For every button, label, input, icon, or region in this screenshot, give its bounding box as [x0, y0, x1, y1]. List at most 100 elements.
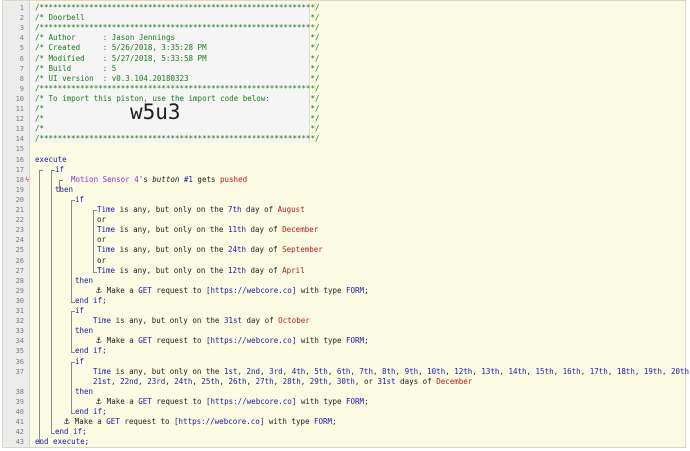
action-text: with type [296, 336, 347, 346]
trigger-device: Motion Sensor 4 [71, 174, 139, 184]
outer-if-bracket [51, 169, 55, 435]
request-url[interactable]: [https://webcore.co] [206, 397, 296, 406]
comma: , [300, 376, 310, 386]
if-keyword: if [75, 306, 85, 315]
comment-line: /***************************************… [35, 23, 320, 33]
code-line: 18 Motion Sensor 4's button #1 gets pushe… [3, 175, 685, 185]
day-value: 16th [562, 366, 581, 376]
day-value: 20th [671, 366, 690, 376]
content-type: FORM [346, 396, 365, 406]
code-line: 35 end if; [3, 346, 685, 356]
action-text: Make a [102, 285, 139, 295]
request-url[interactable]: [https://webcore.co] [206, 336, 296, 345]
code-line: 6 /* Modified : 5/27/2018, 5:33:58 PM */ [3, 54, 685, 64]
day-value: 2nd [246, 366, 261, 376]
line-number: 20 [15, 195, 24, 204]
code-line: 14 /*************************************… [3, 134, 685, 144]
line-number: 9 [19, 84, 24, 93]
month-value: December [436, 376, 473, 386]
execute-block-bracket [39, 169, 43, 445]
line-number: 22 [15, 216, 24, 225]
month-value: December [282, 225, 319, 235]
day-value: 28th [282, 376, 301, 386]
action-text: request to [151, 285, 207, 295]
time-subject: Time [97, 245, 116, 255]
code-line: 34 ⚓ Make a GET request to [https://webco… [3, 336, 685, 346]
month-value: April [282, 265, 305, 275]
line-number: 6 [19, 54, 24, 63]
line-number: 28 [15, 276, 24, 285]
line-number: 36 [15, 357, 24, 366]
comma: , [260, 366, 270, 376]
month-value: October [278, 316, 310, 326]
code-line: 12/* */w5u3 [3, 102, 685, 124]
content-type: FORM [346, 336, 365, 346]
or-keyword: or [97, 235, 107, 245]
then-keyword: then [75, 275, 94, 285]
comment-line: /* Created : 5/26/2018, 3:35:28 PM */ [35, 43, 320, 53]
execute-keyword: execute [35, 154, 67, 164]
condition-text: day of [246, 225, 283, 235]
day-value: 7th [359, 366, 373, 376]
code-line: 4 /* Author : Jason Jennings */ [3, 33, 685, 43]
code-line: 7 /* Build : 5 */ [3, 64, 685, 74]
day-value: 31st [377, 376, 396, 386]
request-url[interactable]: [https://webcore.co] [174, 417, 264, 426]
line-number: 37 [15, 367, 24, 376]
semicolon: ; [364, 396, 369, 406]
code-line: 8 /* UI version : v0.3.104.20180323 */ [3, 74, 685, 84]
day-value: 15th [535, 366, 554, 376]
line-number: 33 [15, 327, 24, 336]
line-number: 25 [15, 246, 24, 255]
day-value: 8th [382, 366, 396, 376]
request-url[interactable]: [https://webcore.co] [206, 286, 296, 295]
gets-word: gets [192, 174, 221, 184]
condition-text: is any, but only on the [111, 366, 224, 376]
line-number: 29 [15, 286, 24, 295]
code-line: 38 then [3, 387, 685, 397]
code-line: 28 then [3, 276, 685, 286]
comma: , [111, 376, 121, 386]
comment-line: /* Doorbell */ [35, 13, 320, 23]
line-number: 31 [15, 307, 24, 315]
line-number: 10 [15, 94, 24, 103]
code-line: 22 or [3, 215, 685, 225]
http-method: GET [138, 285, 152, 295]
comma: , [327, 376, 337, 386]
comma: , [553, 366, 563, 376]
piston-code-editor: 1 /**************************************… [2, 0, 690, 448]
button-number: #1 [183, 174, 193, 184]
code-line: 19 then [3, 185, 685, 195]
code-line: 10/* To import this piston, use the impo… [3, 94, 685, 104]
code-line: 21st, 22nd, 23rd, 24th, 25th, 26th, 27th… [3, 377, 685, 387]
code-line: 23 Time is any, but only on the 11th day … [3, 225, 685, 235]
line-number: 2 [19, 14, 24, 23]
or-keyword: or [363, 376, 378, 386]
line-number: 26 [15, 256, 24, 265]
http-method: GET [138, 336, 152, 346]
action-text: request to [151, 336, 207, 346]
line-number: 4 [19, 34, 24, 43]
code-line: 16 execute [3, 155, 685, 165]
day-value: 23rd [147, 376, 166, 386]
comment-line: /* UI version : v0.3.104.20180323 */ [35, 73, 320, 83]
time-subject: Time [97, 205, 116, 214]
day-value: 11th [227, 225, 247, 235]
action-text: Make a [70, 417, 107, 426]
code-line: 24 or [3, 235, 685, 245]
action-text: with type [296, 396, 347, 406]
day-value: 12th [454, 366, 473, 376]
action-text: with type [296, 285, 347, 295]
end-if-keyword: end if; [75, 346, 107, 356]
if-block-bracket [71, 311, 75, 354]
then-keyword: then [75, 386, 94, 396]
month-value: August [277, 205, 305, 214]
line-number: 13 [15, 125, 24, 134]
code-line: 1 /**************************************… [3, 3, 685, 13]
line-number: 30 [15, 296, 24, 305]
comma: , [607, 366, 617, 376]
comma: , [445, 366, 455, 376]
import-code: w5u3 [130, 100, 181, 125]
code-line: 3 /**************************************… [3, 23, 685, 33]
action-text: request to [151, 396, 207, 406]
